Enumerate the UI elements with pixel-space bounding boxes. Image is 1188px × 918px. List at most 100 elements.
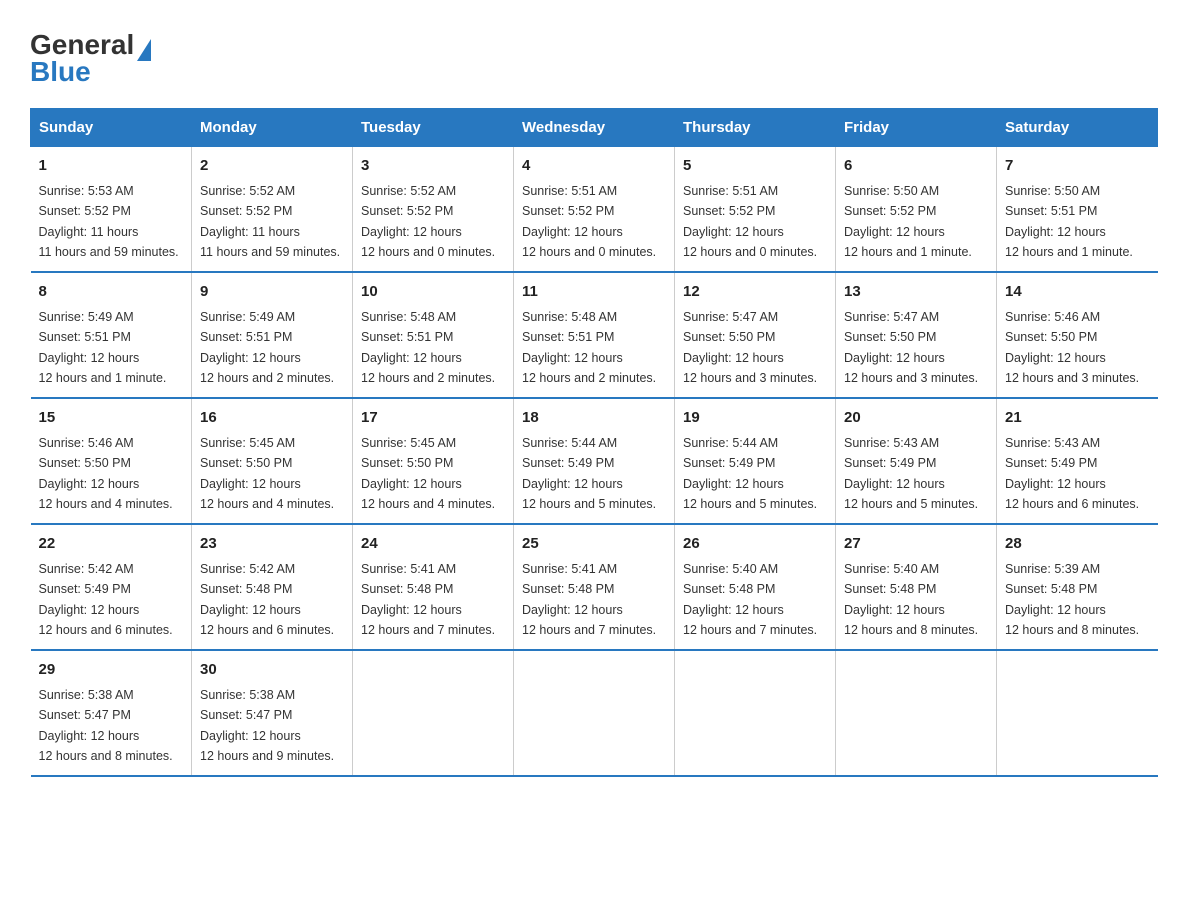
day-info: Sunrise: 5:41 AMSunset: 5:48 PMDaylight:… [361,562,495,637]
day-number: 27 [844,533,988,556]
day-number: 7 [1005,155,1150,178]
calendar-day-cell: 21 Sunrise: 5:43 AMSunset: 5:49 PMDaylig… [997,398,1158,524]
logo: General Blue [30,30,151,88]
calendar-day-cell: 12 Sunrise: 5:47 AMSunset: 5:50 PMDaylig… [675,272,836,398]
weekday-header-thursday: Thursday [675,108,836,146]
day-number: 2 [200,155,344,178]
calendar-day-cell [514,650,675,776]
calendar-day-cell: 28 Sunrise: 5:39 AMSunset: 5:48 PMDaylig… [997,524,1158,650]
weekday-header-monday: Monday [192,108,353,146]
calendar-day-cell: 29 Sunrise: 5:38 AMSunset: 5:47 PMDaylig… [31,650,192,776]
day-info: Sunrise: 5:48 AMSunset: 5:51 PMDaylight:… [522,310,656,385]
day-number: 25 [522,533,666,556]
calendar-day-cell: 3 Sunrise: 5:52 AMSunset: 5:52 PMDayligh… [353,146,514,272]
calendar-day-cell: 17 Sunrise: 5:45 AMSunset: 5:50 PMDaylig… [353,398,514,524]
day-number: 28 [1005,533,1150,556]
calendar-day-cell: 10 Sunrise: 5:48 AMSunset: 5:51 PMDaylig… [353,272,514,398]
calendar-day-cell: 2 Sunrise: 5:52 AMSunset: 5:52 PMDayligh… [192,146,353,272]
day-info: Sunrise: 5:46 AMSunset: 5:50 PMDaylight:… [39,436,173,511]
calendar-day-cell: 9 Sunrise: 5:49 AMSunset: 5:51 PMDayligh… [192,272,353,398]
day-number: 8 [39,281,184,304]
calendar-day-cell: 15 Sunrise: 5:46 AMSunset: 5:50 PMDaylig… [31,398,192,524]
day-number: 22 [39,533,184,556]
calendar-day-cell: 16 Sunrise: 5:45 AMSunset: 5:50 PMDaylig… [192,398,353,524]
calendar-day-cell: 23 Sunrise: 5:42 AMSunset: 5:48 PMDaylig… [192,524,353,650]
day-info: Sunrise: 5:45 AMSunset: 5:50 PMDaylight:… [200,436,334,511]
calendar-header: SundayMondayTuesdayWednesdayThursdayFrid… [31,108,1158,146]
calendar-day-cell: 6 Sunrise: 5:50 AMSunset: 5:52 PMDayligh… [836,146,997,272]
day-info: Sunrise: 5:38 AMSunset: 5:47 PMDaylight:… [39,688,173,763]
day-info: Sunrise: 5:47 AMSunset: 5:50 PMDaylight:… [683,310,817,385]
day-number: 26 [683,533,827,556]
calendar-day-cell: 4 Sunrise: 5:51 AMSunset: 5:52 PMDayligh… [514,146,675,272]
day-info: Sunrise: 5:45 AMSunset: 5:50 PMDaylight:… [361,436,495,511]
calendar-day-cell [353,650,514,776]
calendar-day-cell: 13 Sunrise: 5:47 AMSunset: 5:50 PMDaylig… [836,272,997,398]
day-number: 4 [522,155,666,178]
day-number: 18 [522,407,666,430]
day-number: 19 [683,407,827,430]
day-number: 10 [361,281,505,304]
calendar-day-cell: 18 Sunrise: 5:44 AMSunset: 5:49 PMDaylig… [514,398,675,524]
calendar-day-cell: 22 Sunrise: 5:42 AMSunset: 5:49 PMDaylig… [31,524,192,650]
calendar-day-cell: 25 Sunrise: 5:41 AMSunset: 5:48 PMDaylig… [514,524,675,650]
calendar-day-cell: 7 Sunrise: 5:50 AMSunset: 5:51 PMDayligh… [997,146,1158,272]
calendar-day-cell: 26 Sunrise: 5:40 AMSunset: 5:48 PMDaylig… [675,524,836,650]
day-number: 15 [39,407,184,430]
logo-triangle-icon [137,39,151,61]
day-info: Sunrise: 5:39 AMSunset: 5:48 PMDaylight:… [1005,562,1139,637]
calendar-day-cell: 20 Sunrise: 5:43 AMSunset: 5:49 PMDaylig… [836,398,997,524]
calendar-table: SundayMondayTuesdayWednesdayThursdayFrid… [30,108,1158,777]
day-info: Sunrise: 5:50 AMSunset: 5:51 PMDaylight:… [1005,184,1133,259]
calendar-week-row: 29 Sunrise: 5:38 AMSunset: 5:47 PMDaylig… [31,650,1158,776]
calendar-day-cell: 11 Sunrise: 5:48 AMSunset: 5:51 PMDaylig… [514,272,675,398]
day-number: 16 [200,407,344,430]
day-info: Sunrise: 5:51 AMSunset: 5:52 PMDaylight:… [683,184,817,259]
day-info: Sunrise: 5:49 AMSunset: 5:51 PMDaylight:… [39,310,167,385]
day-info: Sunrise: 5:52 AMSunset: 5:52 PMDaylight:… [200,184,340,259]
day-info: Sunrise: 5:40 AMSunset: 5:48 PMDaylight:… [844,562,978,637]
weekday-header-saturday: Saturday [997,108,1158,146]
calendar-day-cell: 30 Sunrise: 5:38 AMSunset: 5:47 PMDaylig… [192,650,353,776]
weekday-row: SundayMondayTuesdayWednesdayThursdayFrid… [31,108,1158,146]
calendar-week-row: 8 Sunrise: 5:49 AMSunset: 5:51 PMDayligh… [31,272,1158,398]
page-header: General Blue [30,20,1158,88]
day-number: 13 [844,281,988,304]
day-info: Sunrise: 5:43 AMSunset: 5:49 PMDaylight:… [844,436,978,511]
calendar-day-cell: 1 Sunrise: 5:53 AMSunset: 5:52 PMDayligh… [31,146,192,272]
calendar-week-row: 22 Sunrise: 5:42 AMSunset: 5:49 PMDaylig… [31,524,1158,650]
day-number: 24 [361,533,505,556]
day-number: 14 [1005,281,1150,304]
day-info: Sunrise: 5:40 AMSunset: 5:48 PMDaylight:… [683,562,817,637]
calendar-day-cell: 14 Sunrise: 5:46 AMSunset: 5:50 PMDaylig… [997,272,1158,398]
day-number: 29 [39,659,184,682]
calendar-day-cell: 19 Sunrise: 5:44 AMSunset: 5:49 PMDaylig… [675,398,836,524]
calendar-week-row: 1 Sunrise: 5:53 AMSunset: 5:52 PMDayligh… [31,146,1158,272]
calendar-day-cell [836,650,997,776]
calendar-day-cell: 8 Sunrise: 5:49 AMSunset: 5:51 PMDayligh… [31,272,192,398]
day-info: Sunrise: 5:38 AMSunset: 5:47 PMDaylight:… [200,688,334,763]
calendar-day-cell: 24 Sunrise: 5:41 AMSunset: 5:48 PMDaylig… [353,524,514,650]
calendar-day-cell: 5 Sunrise: 5:51 AMSunset: 5:52 PMDayligh… [675,146,836,272]
day-number: 12 [683,281,827,304]
calendar-week-row: 15 Sunrise: 5:46 AMSunset: 5:50 PMDaylig… [31,398,1158,524]
day-info: Sunrise: 5:44 AMSunset: 5:49 PMDaylight:… [683,436,817,511]
day-number: 17 [361,407,505,430]
calendar-day-cell: 27 Sunrise: 5:40 AMSunset: 5:48 PMDaylig… [836,524,997,650]
day-number: 3 [361,155,505,178]
weekday-header-tuesday: Tuesday [353,108,514,146]
calendar-day-cell [997,650,1158,776]
day-info: Sunrise: 5:41 AMSunset: 5:48 PMDaylight:… [522,562,656,637]
calendar-body: 1 Sunrise: 5:53 AMSunset: 5:52 PMDayligh… [31,146,1158,776]
day-info: Sunrise: 5:43 AMSunset: 5:49 PMDaylight:… [1005,436,1139,511]
day-number: 11 [522,281,666,304]
day-info: Sunrise: 5:50 AMSunset: 5:52 PMDaylight:… [844,184,972,259]
day-number: 21 [1005,407,1150,430]
day-number: 1 [39,155,184,178]
weekday-header-friday: Friday [836,108,997,146]
day-info: Sunrise: 5:47 AMSunset: 5:50 PMDaylight:… [844,310,978,385]
day-number: 30 [200,659,344,682]
day-number: 6 [844,155,988,178]
day-info: Sunrise: 5:42 AMSunset: 5:48 PMDaylight:… [200,562,334,637]
day-info: Sunrise: 5:42 AMSunset: 5:49 PMDaylight:… [39,562,173,637]
